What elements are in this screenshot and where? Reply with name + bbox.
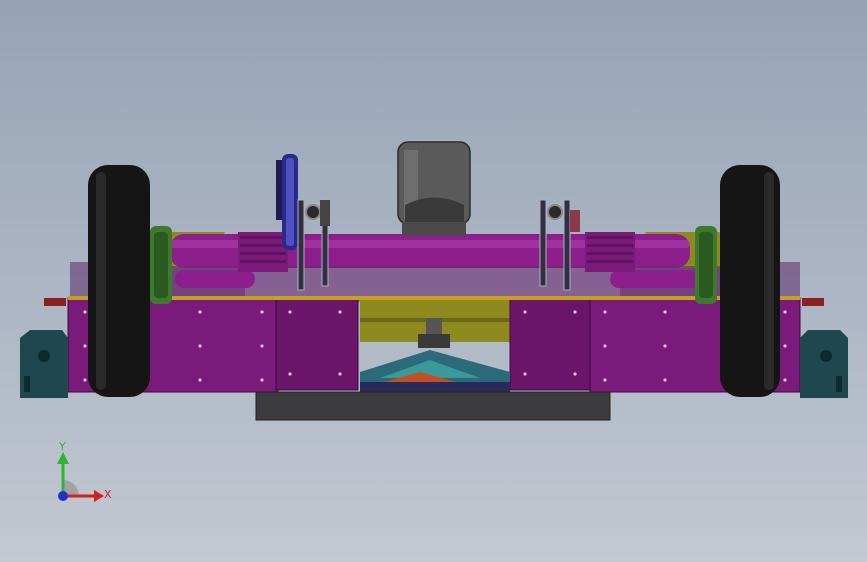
gear-drive-left xyxy=(238,232,288,272)
base-plate xyxy=(255,391,611,421)
tire-right xyxy=(720,165,780,397)
coordinate-triad: Y X xyxy=(48,440,118,510)
motor xyxy=(397,141,471,236)
triad-y-label: Y xyxy=(59,440,66,453)
tire-left xyxy=(88,165,150,397)
graphics-viewport[interactable]: Y X xyxy=(0,0,867,562)
wheel-hub-left xyxy=(150,226,172,304)
gear-drive-right xyxy=(585,232,635,272)
wheel-hub-right xyxy=(695,226,717,304)
pillow-block-right xyxy=(800,298,848,398)
pillow-block-left xyxy=(20,298,68,398)
triad-x-label: X xyxy=(104,488,112,501)
mower-assembly-model[interactable] xyxy=(0,0,867,562)
